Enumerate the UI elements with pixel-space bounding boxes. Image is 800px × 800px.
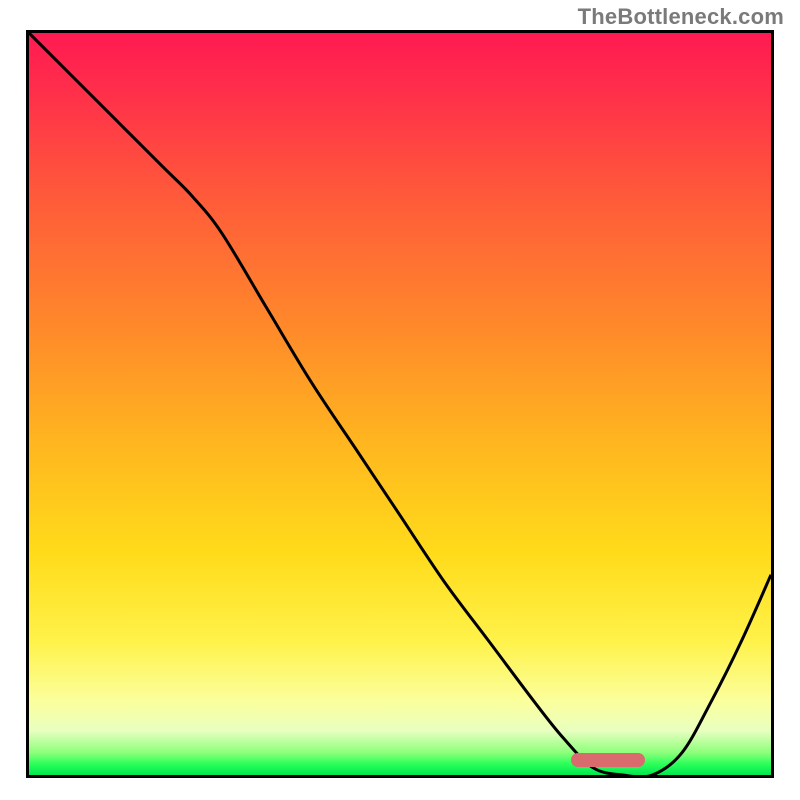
optimal-range-marker (571, 753, 645, 767)
plot-area (26, 30, 774, 778)
bottleneck-curve (29, 33, 771, 775)
chart-container: TheBottleneck.com (0, 0, 800, 800)
curve-line (29, 33, 771, 775)
watermark-text: TheBottleneck.com (578, 4, 784, 30)
